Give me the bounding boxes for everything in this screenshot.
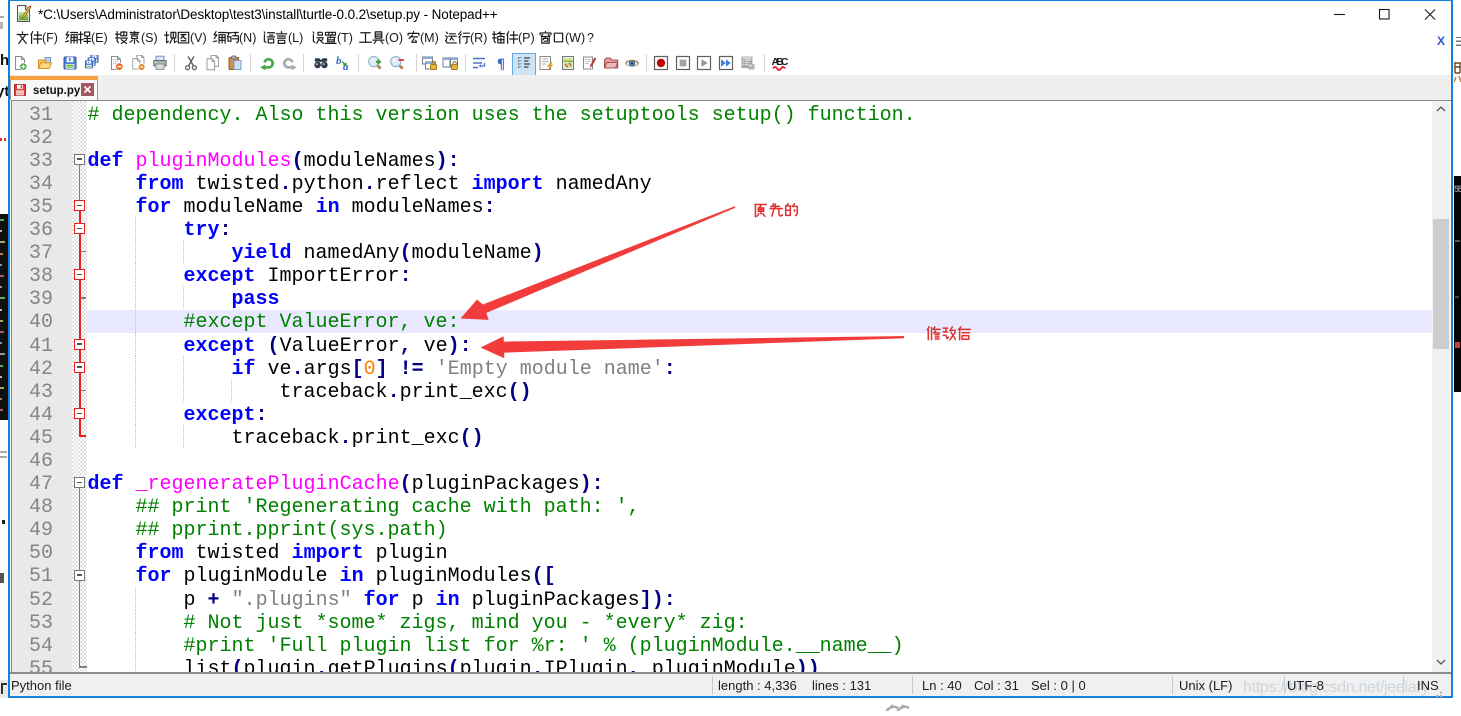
svg-text:b: b <box>336 55 342 67</box>
svg-text:¶: ¶ <box>497 56 505 71</box>
